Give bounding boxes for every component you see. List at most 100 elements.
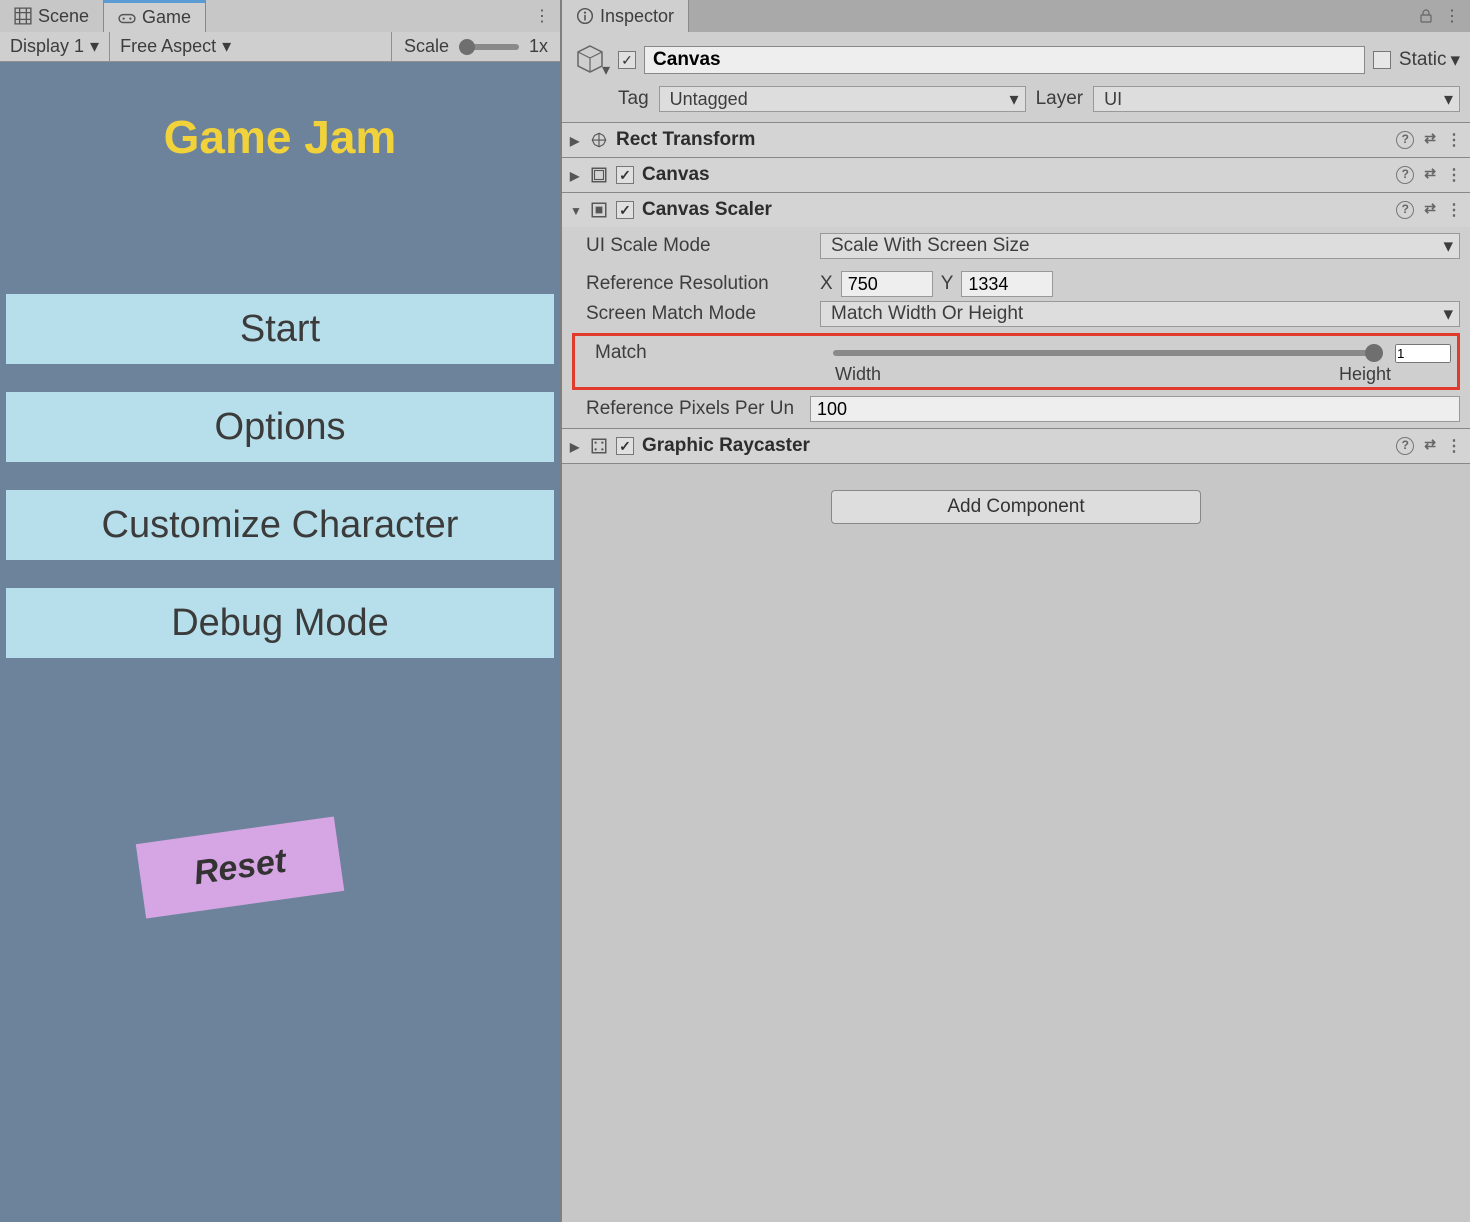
layer-value: UI (1104, 89, 1122, 110)
scale-label: Scale (404, 36, 449, 57)
dots-icon (534, 6, 550, 26)
layer-label: Layer (1036, 88, 1084, 110)
chevron-down-icon: ▾ (1443, 235, 1453, 258)
expand-toggle[interactable] (570, 164, 582, 186)
inspector-tab-bar: Inspector (562, 0, 1470, 32)
component-menu[interactable] (1446, 200, 1462, 220)
menu-options-button[interactable]: Options (6, 392, 554, 462)
help-icon[interactable] (1396, 436, 1414, 456)
expand-toggle[interactable] (570, 199, 582, 221)
inspector-tab-menu[interactable] (1444, 6, 1460, 26)
component-graphic-raycaster: ✓ Graphic Raycaster (562, 429, 1470, 464)
scale-slider[interactable] (459, 44, 519, 50)
tab-game[interactable]: Game (104, 0, 206, 32)
lock-icon[interactable] (1418, 8, 1434, 24)
component-menu[interactable] (1446, 436, 1462, 456)
match-height-label: Height (1339, 364, 1391, 385)
reference-resolution-x-input[interactable] (841, 271, 933, 297)
reference-resolution-y-input[interactable] (961, 271, 1053, 297)
match-value-input[interactable] (1395, 344, 1451, 363)
menu-debug-button[interactable]: Debug Mode (6, 588, 554, 658)
gameobject-active-checkbox[interactable]: ✓ (618, 51, 636, 69)
tab-inspector-label: Inspector (600, 6, 674, 27)
tab-game-label: Game (142, 7, 191, 28)
aspect-dropdown[interactable]: Free Aspect ▾ (110, 32, 392, 61)
display-dropdown[interactable]: Display 1 ▾ (0, 32, 110, 61)
canvas-icon (590, 166, 608, 184)
game-stage: Game Jam Start Options Customize Charact… (0, 62, 560, 1222)
expand-toggle[interactable] (570, 129, 582, 151)
chevron-down-icon: ▾ (1443, 303, 1453, 326)
component-enabled-checkbox[interactable]: ✓ (616, 437, 634, 455)
left-tab-menu[interactable] (524, 0, 560, 32)
tag-value: Untagged (670, 89, 748, 110)
component-canvas-scaler: ✓ Canvas Scaler UI Scale Mode Scale With… (562, 193, 1470, 429)
help-icon[interactable] (1396, 165, 1414, 185)
display-dropdown-label: Display 1 (10, 36, 84, 57)
match-label: Match (581, 342, 821, 364)
static-checkbox[interactable] (1373, 51, 1391, 69)
gameobject-name-input[interactable] (644, 46, 1365, 74)
help-icon[interactable] (1396, 200, 1414, 220)
screen-match-mode-value: Match Width Or Height (831, 303, 1023, 325)
y-label: Y (941, 273, 954, 295)
gamepad-icon (118, 9, 136, 27)
tab-scene[interactable]: Scene (0, 0, 104, 32)
ui-scale-mode-dropdown[interactable]: Scale With Screen Size ▾ (820, 233, 1460, 259)
component-title: Canvas (642, 164, 710, 186)
reference-pixels-label: Reference Pixels Per Un (572, 398, 802, 420)
game-title: Game Jam (0, 110, 560, 164)
screen-match-mode-dropdown[interactable]: Match Width Or Height ▾ (820, 301, 1460, 327)
scale-value: 1x (529, 36, 548, 57)
preset-icon[interactable] (1424, 200, 1436, 220)
chevron-down-icon: ▾ (222, 36, 231, 57)
chevron-down-icon: ▾ (1444, 89, 1453, 110)
chevron-down-icon: ▾ (90, 36, 99, 57)
preset-icon[interactable] (1424, 165, 1436, 185)
screen-match-mode-label: Screen Match Mode (572, 303, 812, 325)
info-icon (576, 7, 594, 25)
tag-layer-row: Tag Untagged ▾ Layer UI ▾ (562, 82, 1470, 123)
menu-start-button[interactable]: Start (6, 294, 554, 364)
reference-pixels-input[interactable] (810, 396, 1460, 422)
raycaster-icon (590, 437, 608, 455)
component-enabled-checkbox[interactable]: ✓ (616, 201, 634, 219)
menu-reset-button[interactable]: Reset (136, 816, 344, 918)
component-rect-transform: Rect Transform (562, 123, 1470, 158)
component-title: Rect Transform (616, 129, 755, 151)
chevron-down-icon[interactable]: ▾ (1450, 49, 1460, 72)
ui-scale-mode-label: UI Scale Mode (572, 235, 812, 257)
match-slider[interactable] (833, 350, 1383, 356)
add-component-button[interactable]: Add Component (831, 490, 1201, 524)
component-enabled-checkbox[interactable]: ✓ (616, 166, 634, 184)
ui-scale-mode-value: Scale With Screen Size (831, 235, 1030, 257)
aspect-dropdown-label: Free Aspect (120, 36, 216, 57)
tag-label: Tag (618, 88, 649, 110)
layer-dropdown[interactable]: UI ▾ (1093, 86, 1460, 112)
match-highlight: Match Width Height (572, 333, 1460, 390)
tab-scene-label: Scene (38, 6, 89, 27)
component-menu[interactable] (1446, 130, 1462, 150)
menu-customize-button[interactable]: Customize Character (6, 490, 554, 560)
x-label: X (820, 273, 833, 295)
canvas-scaler-icon (590, 201, 608, 219)
game-toolbar: Display 1 ▾ Free Aspect ▾ Scale 1x (0, 32, 560, 62)
component-menu[interactable] (1446, 165, 1462, 185)
component-title: Graphic Raycaster (642, 435, 810, 457)
reference-resolution-label: Reference Resolution (572, 273, 812, 295)
tag-dropdown[interactable]: Untagged ▾ (659, 86, 1026, 112)
static-label: Static (1399, 49, 1447, 71)
chevron-down-icon: ▾ (1010, 89, 1019, 110)
rect-transform-icon (590, 131, 608, 149)
preset-icon[interactable] (1424, 436, 1436, 456)
tab-inspector[interactable]: Inspector (562, 0, 689, 32)
match-width-label: Width (835, 364, 881, 385)
preset-icon[interactable] (1424, 130, 1436, 150)
help-icon[interactable] (1396, 130, 1414, 150)
component-canvas: ✓ Canvas (562, 158, 1470, 193)
component-title: Canvas Scaler (642, 199, 772, 221)
expand-toggle[interactable] (570, 435, 582, 457)
gameobject-header: ▾ ✓ Static▾ (562, 32, 1470, 82)
scene-game-tab-bar: Scene Game (0, 0, 560, 32)
chevron-down-icon[interactable]: ▾ (602, 60, 610, 80)
